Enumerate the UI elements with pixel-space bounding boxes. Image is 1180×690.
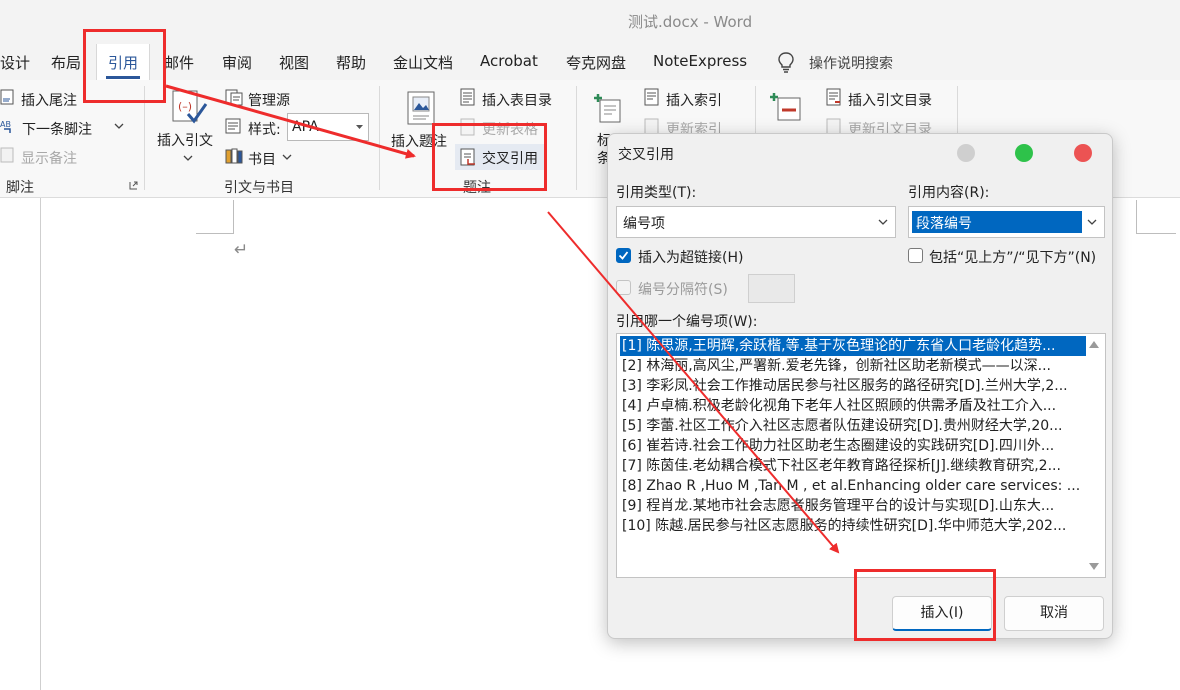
insert-as-hyperlink-label[interactable]: 插入为超链接(H) xyxy=(638,247,743,267)
tab-noteexpress[interactable]: NoteExpress xyxy=(653,52,747,70)
insert-table-of-figures-icon xyxy=(460,88,475,106)
include-above-below-label[interactable]: 包括“见上方”/“见下方”(N) xyxy=(929,247,1096,267)
tab-layout[interactable]: 布局 xyxy=(51,52,81,73)
cross-reference-dialog: 交叉引用 引用类型(T): 引用内容(R): 编号项 段落编号 插入为超链接(H… xyxy=(607,133,1113,639)
list-item[interactable]: [2] 林海丽,高风尘,严署新.爱老先锋，创新社区助老新模式——以深... xyxy=(620,356,1086,376)
ribbon-separator xyxy=(379,86,380,190)
minimize-button[interactable] xyxy=(957,144,975,162)
bibliography-button[interactable]: 书目 xyxy=(248,149,276,169)
style-label: 样式: xyxy=(248,122,281,138)
next-footnote-icon: AB xyxy=(0,120,11,133)
tell-me-search[interactable]: 操作说明搜索 xyxy=(809,53,893,73)
dialog-title: 交叉引用 xyxy=(618,147,674,163)
reference-to-select[interactable]: 段落编号 xyxy=(908,206,1105,238)
checkmark-icon xyxy=(618,251,629,260)
style-select[interactable]: APA xyxy=(287,113,369,141)
tab-kingsoft-docs[interactable]: 金山文档 xyxy=(393,52,453,73)
show-notes-button[interactable]: 显示备注 xyxy=(21,148,77,168)
chevron-down-icon xyxy=(356,125,363,129)
footnotes-group-label: 脚注 xyxy=(6,180,34,196)
annotation-highlight-box xyxy=(854,569,996,641)
insert-toa-button[interactable]: 插入引文目录 xyxy=(848,90,932,110)
tab-design[interactable]: 设计 xyxy=(0,52,30,73)
bibliography-icon xyxy=(225,148,243,164)
separator-input[interactable] xyxy=(748,274,795,303)
tab-acrobat[interactable]: Acrobat xyxy=(480,52,538,70)
list-item[interactable]: [7] 陈茵佳.老幼耦合模式下社区老年教育路径探析[J].继续教育研究,2... xyxy=(620,456,1086,476)
insert-endnote-button[interactable]: 插入尾注 xyxy=(21,90,77,110)
reference-type-select[interactable]: 编号项 xyxy=(616,206,896,238)
svg-text:(–): (–) xyxy=(178,100,192,113)
cancel-button[interactable]: 取消 xyxy=(1004,596,1104,631)
insert-citation-icon: (–) xyxy=(172,90,208,124)
style-icon xyxy=(225,118,241,134)
list-item[interactable]: [6] 崔若诗.社会工作助力社区助老生态圈建设的实践研究[D].四川外... xyxy=(620,436,1086,456)
insert-as-hyperlink-checkbox[interactable] xyxy=(616,248,631,263)
separate-numbers-label: 编号分隔符(S) xyxy=(638,282,728,298)
lightbulb-icon xyxy=(778,52,794,73)
tab-view[interactable]: 视图 xyxy=(279,52,309,73)
page-edge xyxy=(40,198,41,690)
margin-corner-mark xyxy=(196,200,234,234)
chevron-down-icon[interactable] xyxy=(183,154,193,162)
mark-citation-icon xyxy=(770,93,801,121)
insert-endnote-icon xyxy=(0,89,14,105)
ribbon-separator xyxy=(576,86,577,190)
list-item[interactable]: [8] Zhao R ,Huo M ,Tan M , et al.Enhanci… xyxy=(620,476,1086,496)
title-bar: 测试.docx - Word xyxy=(0,0,1180,42)
insert-citation-button[interactable]: 插入引文 xyxy=(157,130,213,150)
separate-numbers-checkbox[interactable] xyxy=(616,280,631,295)
for-which-label: 引用哪一个编号项(W): xyxy=(616,314,758,330)
paragraph-mark-icon: ↵ xyxy=(234,240,249,260)
mark-entry-icon xyxy=(594,94,621,123)
reference-to-label: 引用内容(R): xyxy=(908,185,990,201)
insert-index-icon xyxy=(644,88,659,106)
include-above-below-checkbox[interactable] xyxy=(908,248,923,263)
insert-table-of-figures-button[interactable]: 插入表目录 xyxy=(482,90,552,110)
margin-corner-mark xyxy=(1136,200,1176,234)
svg-text:AB: AB xyxy=(0,120,11,129)
reference-type-label: 引用类型(T): xyxy=(616,185,697,201)
list-item[interactable]: [1] 陈思源,王明辉,余跃楷,等.基于灰色理论的广东省人口老龄化趋势... xyxy=(620,336,1086,356)
tab-review[interactable]: 审阅 xyxy=(222,52,252,73)
list-item[interactable]: [5] 李蕾.社区工作介入社区志愿者队伍建设研究[D].贵州财经大学,20... xyxy=(620,416,1086,436)
dialog-launcher-icon[interactable] xyxy=(129,181,138,190)
next-footnote-button[interactable]: 下一条脚注 xyxy=(22,119,92,139)
chevron-down-icon xyxy=(1087,219,1097,225)
annotation-highlight-box xyxy=(83,29,166,103)
chevron-down-icon xyxy=(878,219,888,225)
manage-sources-button[interactable]: 管理源 xyxy=(248,90,290,110)
reference-to-value: 段落编号 xyxy=(912,211,1082,233)
close-button[interactable] xyxy=(1074,144,1092,162)
maximize-button[interactable] xyxy=(1015,144,1033,162)
scroll-up-arrow-icon[interactable] xyxy=(1089,341,1099,348)
show-notes-icon xyxy=(0,147,14,163)
insert-index-button[interactable]: 插入索引 xyxy=(666,90,722,110)
list-item[interactable]: [10] 陈越.居民参与社区志愿服务的持续性研究[D].华中师范大学,202..… xyxy=(620,516,1086,536)
scroll-down-arrow-icon[interactable] xyxy=(1089,563,1099,570)
window-title: 测试.docx - Word xyxy=(628,13,753,31)
manage-sources-icon xyxy=(225,89,243,106)
chevron-down-icon[interactable] xyxy=(114,122,124,130)
citations-group-label: 引文与书目 xyxy=(224,180,294,196)
chevron-down-icon[interactable] xyxy=(282,153,292,161)
tab-help[interactable]: 帮助 xyxy=(336,52,366,73)
numbered-item-list[interactable]: [1] 陈思源,王明辉,余跃楷,等.基于灰色理论的广东省人口老龄化趋势... [… xyxy=(616,333,1106,578)
insert-caption-icon xyxy=(407,91,435,125)
tab-mailings[interactable]: 邮件 xyxy=(164,52,194,73)
reference-type-value: 编号项 xyxy=(623,216,665,232)
list-item[interactable]: [9] 程肖龙.某地市社会志愿者服务管理平台的设计与实现[D].山东大... xyxy=(620,496,1086,516)
annotation-highlight-box xyxy=(432,123,547,191)
tab-quark-drive[interactable]: 夸克网盘 xyxy=(566,52,626,73)
style-value: APA xyxy=(292,119,319,135)
list-item[interactable]: [4] 卢卓楠.积极老龄化视角下老年人社区照顾的供需矛盾及社工介入... xyxy=(620,396,1086,416)
insert-toa-icon xyxy=(826,88,841,106)
list-item[interactable]: [3] 李彩凤.社会工作推动居民参与社区服务的路径研究[D].兰州大学,2... xyxy=(620,376,1086,396)
